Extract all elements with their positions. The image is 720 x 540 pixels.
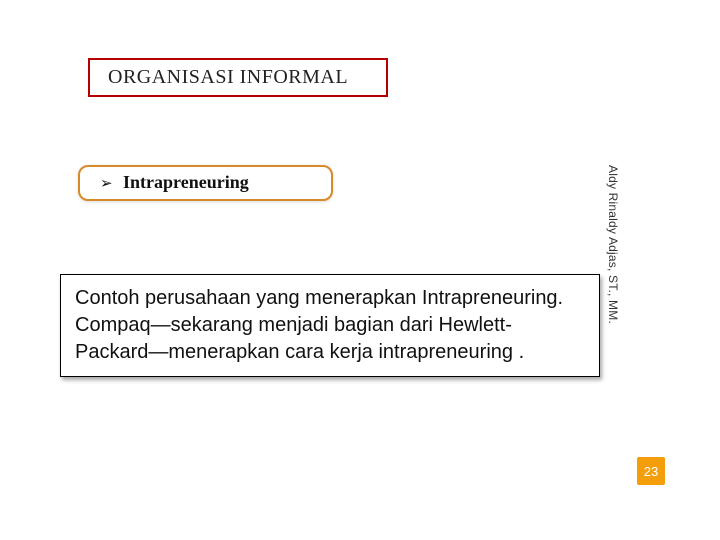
- subheading-label: Intrapreneuring: [123, 172, 249, 192]
- body-text-box: Contoh perusahaan yang menerapkan Intrap…: [60, 274, 600, 377]
- author-label: Aldy Rinaldy Adjas, ST., MM.: [606, 165, 620, 365]
- page-number-badge: 23: [637, 457, 665, 485]
- slide-title: ORGANISASI INFORMAL: [108, 66, 348, 88]
- page-number: 23: [644, 464, 658, 479]
- subheading-box: ➢ Intrapreneuring: [78, 165, 333, 201]
- body-text: Contoh perusahaan yang menerapkan Intrap…: [75, 287, 563, 363]
- title-box: ORGANISASI INFORMAL: [88, 58, 388, 97]
- bullet-icon: ➢: [100, 175, 113, 192]
